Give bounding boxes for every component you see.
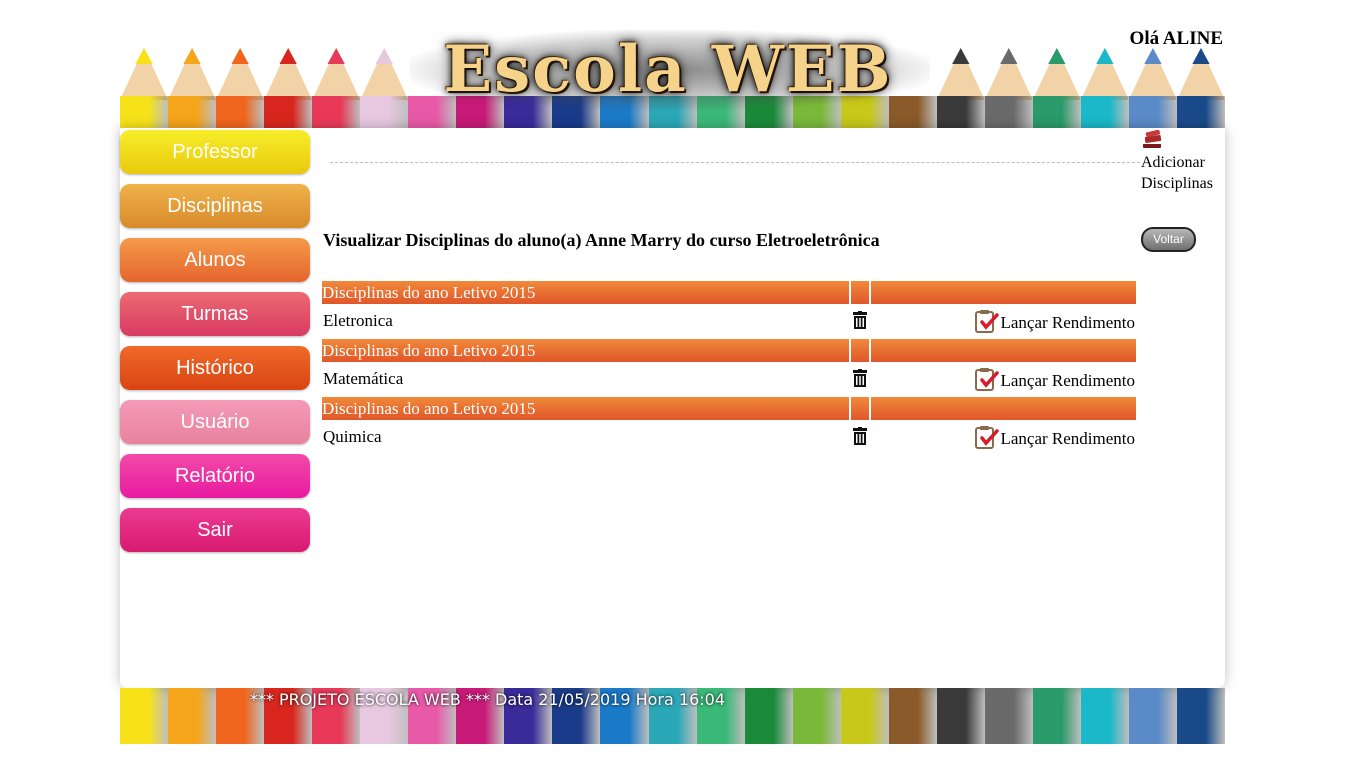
pencil-stripe [1128,688,1178,744]
pencil-stripe [1177,96,1225,128]
pencil-stripe [984,688,1033,744]
discipline-name: Quimica [323,427,382,446]
discipline-name: Eletronica [323,311,393,330]
launch-performance-link[interactable]: Lançar Rendimento [975,367,1135,391]
sidebar-item-label: Disciplinas [167,195,263,217]
year-header-label: Disciplinas do ano Letivo 2015 [322,399,536,418]
table-row: Quimica Lançar Rendimento [322,420,1136,455]
logo: Escola WEB [443,32,893,107]
launch-performance-link[interactable]: Lançar Rendimento [975,309,1135,333]
pencil-stripe [1032,688,1081,744]
pencil-lead [231,48,249,64]
trash-icon[interactable] [852,369,868,387]
sidebar-item-historico[interactable]: Histórico [120,346,310,390]
pencil-lead [327,48,345,64]
back-button[interactable]: Voltar [1141,227,1196,252]
sidebar-item-professor[interactable]: Professor [120,130,310,174]
pencil-stripe [936,688,985,744]
table-row: Eletronica Lançar Rendimento [322,304,1136,339]
year-header-row: Disciplinas do ano Letivo 2015 [322,339,1136,362]
user-greeting: Olá ALINE [1129,28,1223,49]
pencil-lead [183,48,201,64]
pencil-stripe [360,96,409,128]
sidebar-item-disciplinas[interactable]: Disciplinas [120,184,310,228]
clipboard-check-icon [975,310,1000,333]
column-separator [869,397,871,420]
sidebar-item-turmas[interactable]: Turmas [120,292,310,336]
books-icon [1143,130,1162,148]
trash-icon[interactable] [852,311,868,329]
trash-icon[interactable] [852,427,868,445]
pencil-lead [279,48,297,64]
content-area: Adicionar Disciplinas Visualizar Discipl… [320,128,1225,688]
column-separator [849,339,851,362]
page-title: Visualizar Disciplinas do aluno(a) Anne … [323,230,880,250]
pencil-lead [375,48,393,64]
pencil-lead [135,48,153,64]
disciplines-table: Disciplinas do ano Letivo 2015 Eletronic… [322,281,1136,455]
pencil-stripe [1080,96,1129,128]
footer-text: *** PROJETO ESCOLA WEB *** Data 21/05/20… [249,690,725,709]
header: Escola WEB [120,0,1225,128]
launch-performance-label: Lançar Rendimento [1000,429,1135,448]
pencil-stripe [1128,96,1178,128]
pencil-stripe [792,688,841,744]
sidebar-menu: Professor Disciplinas Alunos Turmas Hist… [120,130,310,562]
pencil-lead [1096,48,1114,64]
launch-performance-label: Lançar Rendimento [1000,313,1135,332]
launch-performance-link[interactable]: Lançar Rendimento [975,425,1135,449]
pencil-stripe [1080,688,1129,744]
pencil-stripe [264,96,313,128]
pencil-lead [1048,48,1066,64]
year-header-row: Disciplinas do ano Letivo 2015 [322,281,1136,304]
year-header-label: Disciplinas do ano Letivo 2015 [322,341,536,360]
sidebar-item-relatorio[interactable]: Relatório [120,454,310,498]
sidebar-item-alunos[interactable]: Alunos [120,238,310,282]
pencil-stripe [936,96,985,128]
year-header-row: Disciplinas do ano Letivo 2015 [322,397,1136,420]
pencil-lead [1192,48,1210,64]
pencil-stripe [840,688,889,744]
pencil-lead [952,48,970,64]
year-header-label: Disciplinas do ano Letivo 2015 [322,283,536,302]
discipline-name: Matemática [323,369,404,388]
footer: *** PROJETO ESCOLA WEB *** Data 21/05/20… [120,688,1225,744]
clipboard-check-icon [975,426,1000,449]
sidebar-item-label: Turmas [181,303,249,325]
main-panel: Professor Disciplinas Alunos Turmas Hist… [120,128,1225,688]
pencil-lead [1000,48,1018,64]
column-separator [869,281,871,304]
add-disciplines-link[interactable]: Adicionar Disciplinas [1141,130,1231,194]
pencil-stripe [1032,96,1081,128]
column-separator [849,281,851,304]
pencil-stripe [120,96,169,128]
sidebar-item-label: Alunos [184,249,246,271]
sidebar-item-label: Professor [172,141,258,163]
sidebar-item-label: Sair [197,519,233,541]
pencil-stripe [312,96,361,128]
column-separator [849,397,851,420]
sidebar-item-label: Histórico [176,357,254,379]
pencil-stripe [216,96,265,128]
divider [330,162,1140,163]
column-separator [869,339,871,362]
sidebar-item-label: Relatório [174,465,256,487]
sidebar-item-label: Usuário [180,411,250,433]
pencil-stripe [744,688,793,744]
table-row: Matemática Lançar Rendimento [322,362,1136,397]
add-disciplines-label: Adicionar Disciplinas [1141,154,1213,192]
pencil-stripe [168,96,217,128]
clipboard-check-icon [975,368,1000,391]
pencil-lead [1144,48,1162,64]
pencil-stripe [1177,688,1225,744]
pencil-stripe [984,96,1033,128]
sidebar-item-sair[interactable]: Sair [120,508,310,552]
launch-performance-label: Lançar Rendimento [1000,371,1135,390]
pencil-stripe [888,688,937,744]
sidebar-item-usuario[interactable]: Usuário [120,400,310,444]
